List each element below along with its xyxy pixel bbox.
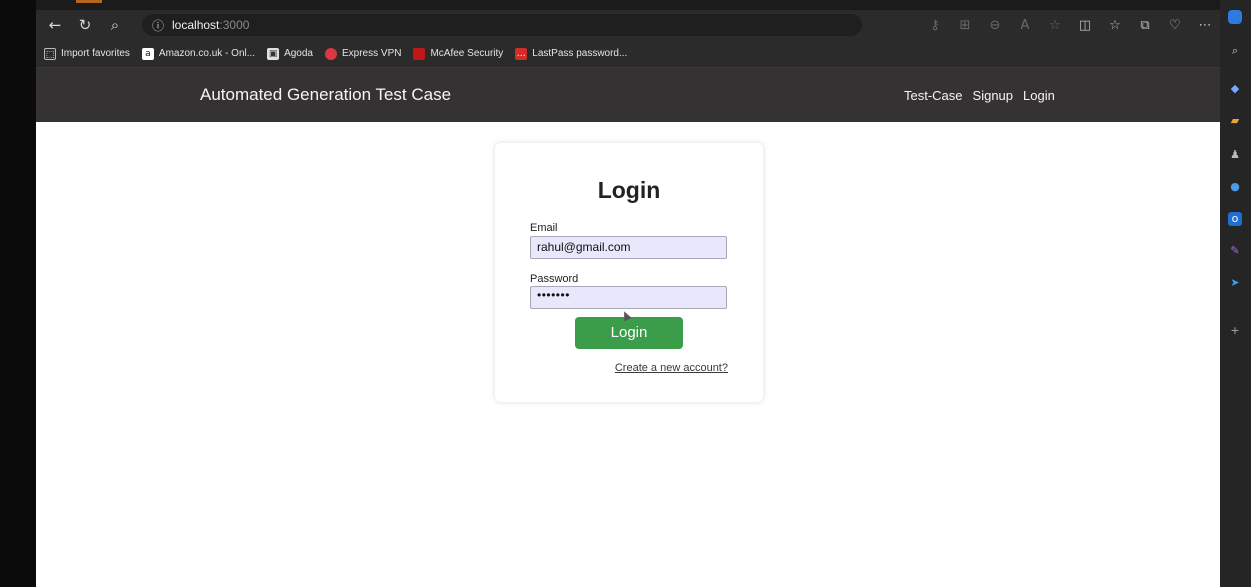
search-icon[interactable]: ⌕ <box>1228 44 1242 58</box>
collections-icon[interactable]: ⧉ <box>1130 18 1160 33</box>
web-page: Automated Generation Test Case Test-Case… <box>36 68 1220 587</box>
bookmark-label: Amazon.co.uk - Onl... <box>158 48 256 59</box>
apps-icon[interactable]: ⊞ <box>950 18 980 33</box>
refresh-icon[interactable]: ↻ <box>74 14 96 36</box>
more-icon[interactable]: ⋯ <box>1190 18 1220 33</box>
copilot-icon[interactable] <box>1228 10 1242 24</box>
bookmark-lastpass[interactable]: … LastPass password... <box>515 47 628 60</box>
nav-link-signup[interactable]: Signup <box>973 88 1013 103</box>
add-icon[interactable]: + <box>1228 324 1242 338</box>
app-nav-links: Test-Case Signup Login <box>904 88 1065 103</box>
password-field[interactable]: ••••••• <box>530 286 727 309</box>
designer-icon[interactable]: ✎ <box>1228 244 1242 258</box>
screen: ← ↻ ⌕ ⓘ localhost :3000 ⚷ ⊞ ⊖ A ☆ ◫ ☆ ⧉ … <box>0 0 1251 587</box>
key-icon[interactable]: ⚷ <box>920 18 950 33</box>
search-icon[interactable]: ⌕ <box>104 14 126 36</box>
mcafee-icon <box>413 47 426 60</box>
create-account-link[interactable]: Create a new account? <box>615 362 728 374</box>
email-label: Email <box>530 222 558 234</box>
bookmark-label: Import favorites <box>61 48 130 59</box>
url-port: :3000 <box>219 18 250 32</box>
tag-icon[interactable]: ◆ <box>1228 82 1242 96</box>
password-label: Password <box>530 273 579 285</box>
zoom-icon[interactable]: ⊖ <box>980 18 1010 33</box>
app-brand[interactable]: Automated Generation Test Case <box>200 85 451 105</box>
left-frame <box>0 0 36 587</box>
lastpass-icon: … <box>515 47 528 60</box>
bookmark-label: Express VPN <box>342 48 402 59</box>
bookmark-expressvpn[interactable]: Express VPN <box>325 47 402 60</box>
tab-bar <box>36 0 1220 10</box>
circle-icon[interactable]: ● <box>1228 180 1242 194</box>
bookmark-import[interactable]: ⬚ Import favorites <box>44 47 130 60</box>
login-card: Login Email rahul@gmail.com Password •••… <box>495 143 763 402</box>
bookmark-agoda[interactable]: ▣ Agoda <box>267 47 313 60</box>
bookmark-label: Agoda <box>284 48 313 59</box>
agoda-icon: ▣ <box>267 47 280 60</box>
read-aloud-icon[interactable]: A <box>1010 18 1040 33</box>
nav-link-test-case[interactable]: Test-Case <box>904 88 963 103</box>
bookmark-amazon[interactable]: a Amazon.co.uk - Onl... <box>141 47 256 60</box>
back-icon[interactable]: ← <box>44 14 66 36</box>
bookmark-label: LastPass password... <box>532 48 628 59</box>
app-navbar: Automated Generation Test Case Test-Case… <box>36 68 1220 122</box>
outlook-icon[interactable]: o <box>1228 212 1242 226</box>
shopping-icon[interactable]: ▰ <box>1228 114 1242 128</box>
split-screen-icon[interactable]: ◫ <box>1070 18 1100 33</box>
people-icon[interactable]: ♟ <box>1228 148 1242 162</box>
url-host: localhost <box>172 18 220 32</box>
favorites-icon[interactable]: ☆ <box>1100 18 1130 33</box>
nav-link-login[interactable]: Login <box>1023 88 1055 103</box>
login-title: Login <box>597 177 661 203</box>
edge-sidebar: ⌕ ◆ ▰ ♟ ● o ✎ ➤ + <box>1220 0 1251 587</box>
bookmark-mcafee[interactable]: McAfee Security <box>413 47 504 60</box>
browser-toolbar: ⚷ ⊞ ⊖ A ☆ ◫ ☆ ⧉ ♡ ⋯ <box>920 10 1220 40</box>
url-input[interactable]: ⓘ localhost :3000 <box>142 14 862 36</box>
address-bar: ← ↻ ⌕ ⓘ localhost :3000 ⚷ ⊞ ⊖ A ☆ ◫ ☆ ⧉ … <box>36 10 1220 40</box>
email-field[interactable]: rahul@gmail.com <box>530 236 727 259</box>
expressvpn-icon <box>325 47 337 60</box>
bookmark-label: McAfee Security <box>430 48 504 59</box>
favorites-bar: ⬚ Import favorites a Amazon.co.uk - Onl.… <box>36 40 1220 68</box>
heart-icon[interactable]: ♡ <box>1160 18 1190 33</box>
active-tab-indicator[interactable] <box>76 0 102 3</box>
login-button[interactable]: Login <box>575 317 683 349</box>
send-icon[interactable]: ➤ <box>1228 276 1242 290</box>
site-info-icon[interactable]: ⓘ <box>152 17 164 34</box>
favorite-star-icon[interactable]: ☆ <box>1040 18 1070 33</box>
import-icon: ⬚ <box>44 47 56 60</box>
amazon-icon: a <box>141 47 154 60</box>
